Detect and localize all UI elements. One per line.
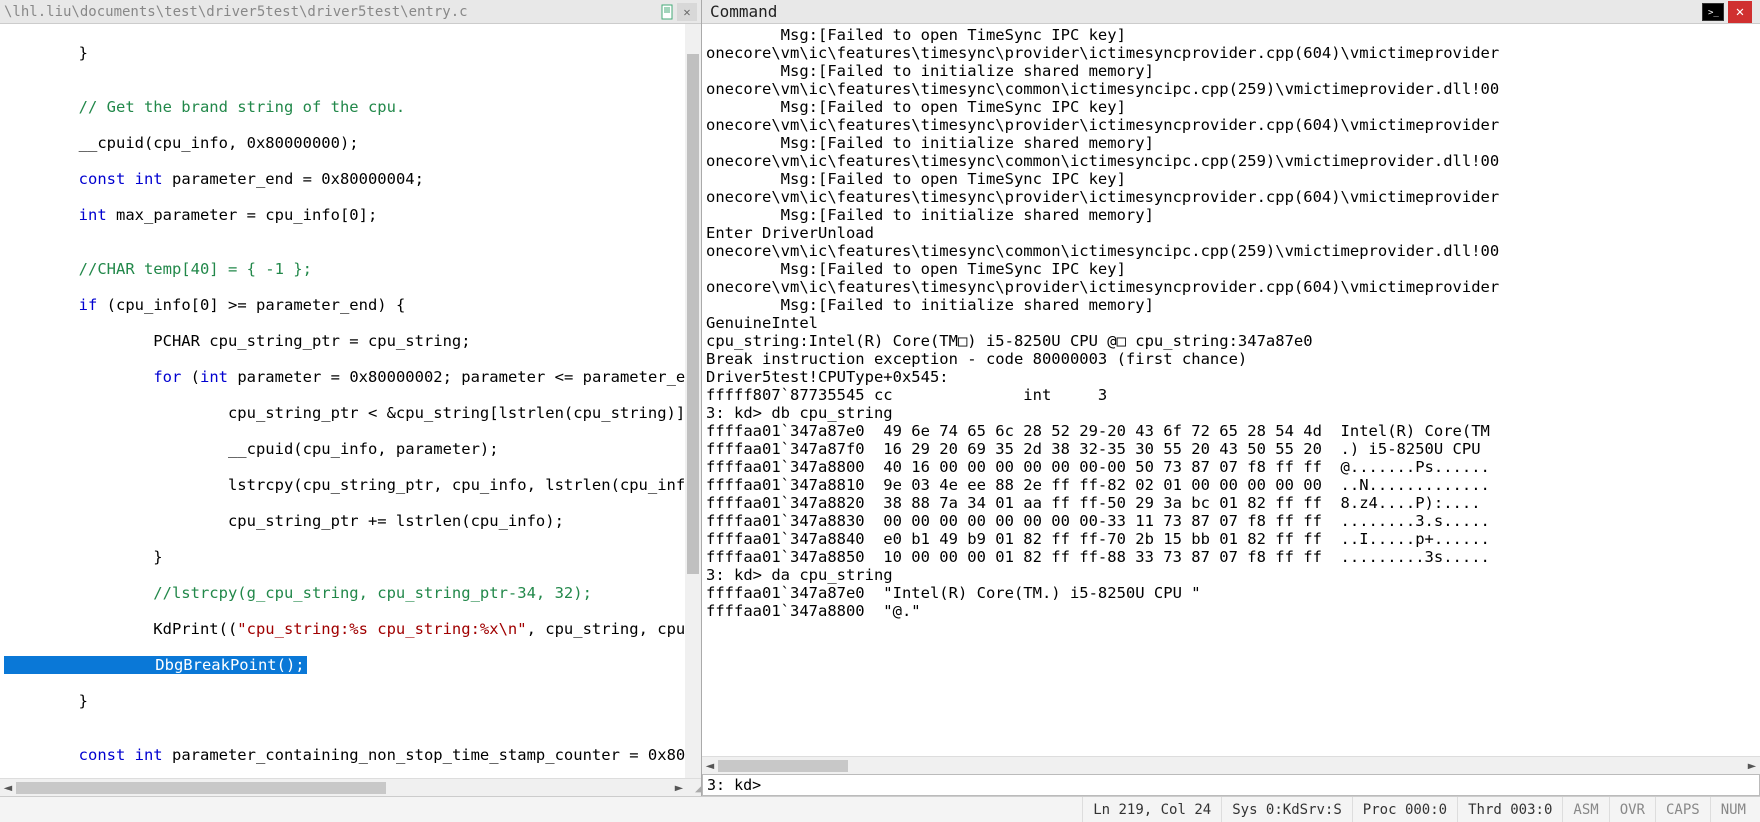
command-title: Command bbox=[710, 2, 1702, 21]
output-line: Driver5test!CPUType+0x545: bbox=[706, 368, 1756, 386]
code-line: PCHAR cpu_string_ptr = cpu_string; bbox=[4, 332, 697, 350]
status-bar: Ln 219, Col 24 Sys 0:KdSrv:S Proc 000:0 … bbox=[0, 796, 1760, 822]
output-line: Msg:[Failed to initialize shared memory] bbox=[706, 206, 1756, 224]
output-line: GenuineIntel bbox=[706, 314, 1756, 332]
svg-text:>_: >_ bbox=[1708, 8, 1719, 18]
output-line: Msg:[Failed to initialize shared memory] bbox=[706, 134, 1756, 152]
command-title-bar: Command >_ ✕ bbox=[702, 0, 1760, 24]
source-pane: \lhl.liu\documents\test\driver5test\driv… bbox=[0, 0, 702, 796]
source-file-path: \lhl.liu\documents\test\driver5test\driv… bbox=[4, 4, 653, 20]
code-line: lstrcpy(cpu_string_ptr, cpu_info, lstrle… bbox=[4, 476, 697, 494]
source-code-view[interactable]: } // Get the brand string of the cpu. __… bbox=[0, 24, 701, 778]
output-line: ffffaa01`347a87e0 49 6e 74 65 6c 28 52 2… bbox=[706, 422, 1756, 440]
status-asm[interactable]: ASM bbox=[1562, 797, 1608, 822]
code-line: //lstrcpy(g_cpu_string, cpu_string_ptr-3… bbox=[4, 584, 697, 602]
status-sys: Sys 0:KdSrv:S bbox=[1221, 797, 1352, 822]
output-line: onecore\vm\ic\features\timesync\common\i… bbox=[706, 242, 1756, 260]
code-line: } bbox=[4, 548, 697, 566]
output-line: onecore\vm\ic\features\timesync\provider… bbox=[706, 278, 1756, 296]
output-line: ffffaa01`347a8810 9e 03 4e ee 88 2e ff f… bbox=[706, 476, 1756, 494]
output-line: Msg:[Failed to open TimeSync IPC key] bbox=[706, 260, 1756, 278]
output-line: Msg:[Failed to open TimeSync IPC key] bbox=[706, 26, 1756, 44]
command-prompt-icon[interactable]: >_ bbox=[1702, 3, 1724, 21]
output-line: Msg:[Failed to open TimeSync IPC key] bbox=[706, 170, 1756, 188]
code-line: const int parameter_end = 0x80000004; bbox=[4, 170, 697, 188]
status-num[interactable]: NUM bbox=[1710, 797, 1756, 822]
output-line: Msg:[Failed to open TimeSync IPC key] bbox=[706, 98, 1756, 116]
output-line: onecore\vm\ic\features\timesync\common\i… bbox=[706, 80, 1756, 98]
output-line: ffffaa01`347a87f0 16 29 20 69 35 2d 38 3… bbox=[706, 440, 1756, 458]
scrollbar-thumb[interactable] bbox=[718, 760, 848, 772]
code-line: __cpuid(cpu_info, parameter); bbox=[4, 440, 697, 458]
status-ovr[interactable]: OVR bbox=[1609, 797, 1655, 822]
scrollbar-thumb[interactable] bbox=[687, 54, 699, 574]
code-line: if (cpu_info[0] >= parameter_end) { bbox=[4, 296, 697, 314]
close-tab-button[interactable]: ✕ bbox=[677, 3, 697, 21]
scroll-right-arrow-icon[interactable]: ► bbox=[671, 780, 687, 796]
code-line: } bbox=[4, 44, 697, 62]
code-line: cpu_string_ptr < &cpu_string[lstrlen(cpu… bbox=[4, 404, 697, 422]
code-line: KdPrint(("cpu_string:%s cpu_string:%x\n"… bbox=[4, 620, 697, 638]
output-line: ffffaa01`347a8840 e0 b1 49 b9 01 82 ff f… bbox=[706, 530, 1756, 548]
scroll-left-arrow-icon[interactable]: ◄ bbox=[702, 758, 718, 774]
output-line: 3: kd> db cpu_string bbox=[706, 404, 1756, 422]
output-line: Msg:[Failed to initialize shared memory] bbox=[706, 296, 1756, 314]
output-line: ffffaa01`347a8850 10 00 00 00 01 82 ff f… bbox=[706, 548, 1756, 566]
output-line: onecore\vm\ic\features\timesync\common\i… bbox=[706, 152, 1756, 170]
status-cursor-pos: Ln 219, Col 24 bbox=[1082, 797, 1221, 822]
output-line: ffffaa01`347a87e0 "Intel(R) Core(TM.) i5… bbox=[706, 584, 1756, 602]
status-thrd: Thrd 003:0 bbox=[1457, 797, 1562, 822]
output-line: 3: kd> da cpu_string bbox=[706, 566, 1756, 584]
code-line: // Get the brand string of the cpu. bbox=[4, 98, 697, 116]
output-line: ffffaa01`347a8820 38 88 7a 34 01 aa ff f… bbox=[706, 494, 1756, 512]
output-line: ffffaa01`347a8800 40 16 00 00 00 00 00 0… bbox=[706, 458, 1756, 476]
scroll-right-arrow-icon[interactable]: ► bbox=[1744, 758, 1760, 774]
command-horizontal-scrollbar[interactable]: ◄ ► bbox=[702, 756, 1760, 774]
command-input[interactable] bbox=[765, 776, 1755, 794]
output-line: Msg:[Failed to initialize shared memory] bbox=[706, 62, 1756, 80]
scrollbar-track[interactable] bbox=[718, 759, 1744, 773]
code-line: __cpuid(cpu_info, 0x80000000); bbox=[4, 134, 697, 152]
code-line: int max_parameter = cpu_info[0]; bbox=[4, 206, 697, 224]
vertical-scrollbar[interactable] bbox=[685, 24, 701, 778]
close-window-button[interactable]: ✕ bbox=[1728, 1, 1752, 23]
command-input-row: 3: kd> bbox=[702, 774, 1760, 796]
status-proc: Proc 000:0 bbox=[1352, 797, 1457, 822]
source-title-bar: \lhl.liu\documents\test\driver5test\driv… bbox=[0, 0, 701, 24]
code-line: //CHAR temp[40] = { -1 }; bbox=[4, 260, 697, 278]
output-line: onecore\vm\ic\features\timesync\provider… bbox=[706, 116, 1756, 134]
command-output[interactable]: Msg:[Failed to open TimeSync IPC key]one… bbox=[702, 24, 1760, 756]
resize-grip-icon[interactable]: ◢ bbox=[687, 781, 701, 795]
code-line: for (int parameter = 0x80000002; paramet… bbox=[4, 368, 697, 386]
code-line: DbgBreakPoint(); bbox=[4, 656, 697, 674]
code-line: const int parameter_containing_non_stop_… bbox=[4, 746, 697, 764]
status-caps[interactable]: CAPS bbox=[1655, 797, 1710, 822]
horizontal-scrollbar[interactable]: ◄ ► ◢ bbox=[0, 778, 701, 796]
command-pane: Command >_ ✕ Msg:[Failed to open TimeSyn… bbox=[702, 0, 1760, 796]
code-line: } bbox=[4, 692, 697, 710]
output-line: ffffaa01`347a8800 "@." bbox=[706, 602, 1756, 620]
output-line: Enter DriverUnload bbox=[706, 224, 1756, 242]
output-line: Break instruction exception - code 80000… bbox=[706, 350, 1756, 368]
code-line: cpu_string_ptr += lstrlen(cpu_info); bbox=[4, 512, 697, 530]
document-icon bbox=[657, 2, 677, 22]
scrollbar-thumb[interactable] bbox=[16, 782, 386, 794]
output-line: fffff807`87735545 cc int 3 bbox=[706, 386, 1756, 404]
output-line: cpu_string:Intel(R) Core(TM□) i5-8250U C… bbox=[706, 332, 1756, 350]
scroll-left-arrow-icon[interactable]: ◄ bbox=[0, 780, 16, 796]
output-line: onecore\vm\ic\features\timesync\provider… bbox=[706, 188, 1756, 206]
command-prompt-label: 3: kd> bbox=[707, 776, 761, 794]
output-line: ffffaa01`347a8830 00 00 00 00 00 00 00 0… bbox=[706, 512, 1756, 530]
scrollbar-track[interactable] bbox=[16, 781, 671, 795]
output-line: onecore\vm\ic\features\timesync\provider… bbox=[706, 44, 1756, 62]
